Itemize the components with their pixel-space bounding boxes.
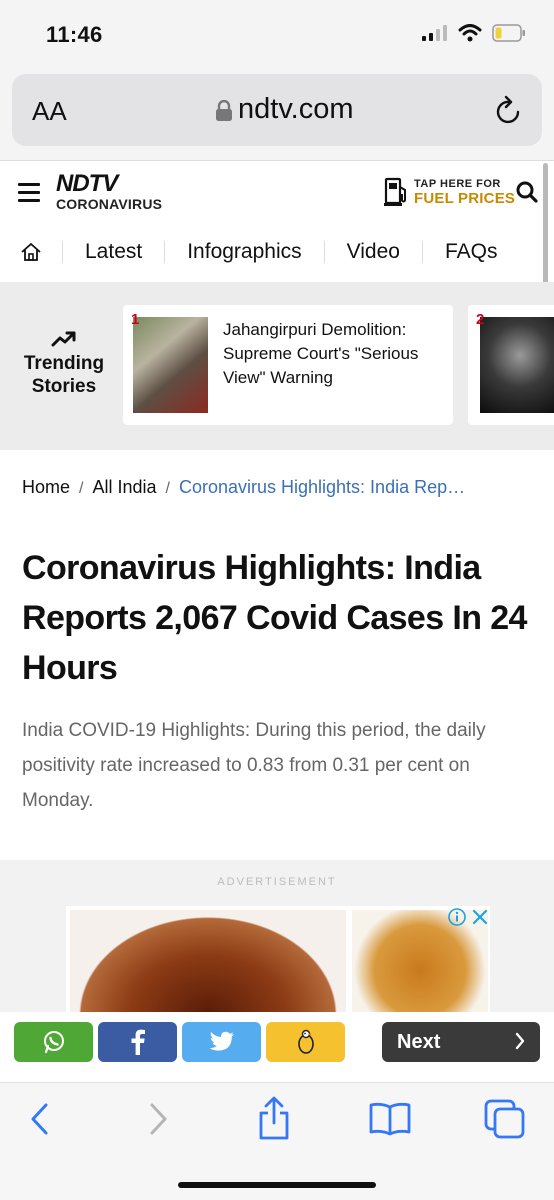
site-header: NDTV CORONAVIRUS TAP HERE FOR FUEL PRICE… — [0, 160, 554, 280]
whatsapp-icon — [43, 1031, 64, 1054]
status-bar: 11:46 — [0, 0, 554, 64]
trending-rank: 1 — [131, 311, 140, 328]
facebook-icon — [131, 1029, 145, 1055]
trending-stories-section: Trending Stories 1 Jahangirpuri Demoliti… — [0, 282, 554, 450]
trending-thumbnail — [133, 317, 208, 413]
nav-home[interactable] — [0, 242, 62, 262]
breadcrumb: Home / All India / Coronavirus Highlights: I… — [22, 477, 466, 497]
nav-item-video[interactable]: Video — [323, 241, 422, 263]
share-bar: Next — [0, 1012, 554, 1082]
share-icon[interactable] — [254, 1095, 294, 1141]
share-koo-button[interactable] — [266, 1022, 345, 1062]
forward-icon[interactable] — [146, 1101, 170, 1137]
logo-subtitle: CORONAVIRUS — [56, 196, 163, 212]
share-twitter-button[interactable] — [182, 1022, 261, 1062]
status-time: 11:46 — [46, 22, 103, 47]
chevron-right-icon — [515, 1032, 525, 1050]
trending-title: Jahangirpuri Demolition: Supreme Court's… — [223, 320, 419, 387]
share-facebook-button[interactable] — [98, 1022, 177, 1062]
ad-info-icon[interactable] — [448, 908, 466, 926]
trending-label-text: Trending Stories — [23, 353, 105, 397]
lock-icon — [216, 100, 232, 121]
share-whatsapp-button[interactable] — [14, 1022, 93, 1062]
trending-up-icon — [51, 331, 76, 347]
address-bar[interactable]: AA ndtv.com — [12, 74, 542, 146]
article-summary: India COVID-19 Highlights: During this p… — [22, 720, 486, 811]
breadcrumb-current[interactable]: Coronavirus Highlights: India Rep… — [179, 477, 465, 497]
status-icons — [422, 24, 526, 42]
logo-brand: NDTV — [56, 170, 118, 197]
browser-address-area: AA ndtv.com — [0, 64, 554, 160]
hamburger-menu-icon[interactable] — [18, 183, 40, 207]
fuel-prices-link[interactable]: TAP HERE FOR FUEL PRICES — [384, 177, 515, 207]
home-indicator — [178, 1182, 376, 1188]
section-nav: Latest Infographics Video FAQs — [0, 229, 554, 275]
trending-card[interactable]: 2 — [468, 305, 554, 425]
bookmarks-icon[interactable] — [368, 1101, 412, 1137]
fuel-link-line1: TAP HERE FOR — [414, 177, 501, 190]
url-domain[interactable]: ndtv.com — [238, 93, 354, 126]
wifi-icon — [458, 24, 482, 42]
home-icon — [21, 243, 41, 261]
ad-close-icon[interactable] — [472, 908, 488, 926]
advertisement-label: ADVERTISEMENT — [217, 876, 337, 888]
trending-card[interactable]: 1 Jahangirpuri Demolition: Supreme Court… — [123, 305, 453, 425]
twitter-icon — [209, 1031, 234, 1051]
search-icon[interactable] — [516, 181, 538, 203]
nav-item-faqs[interactable]: FAQs — [421, 241, 520, 263]
ndtv-logo[interactable]: NDTV CORONAVIRUS — [56, 170, 163, 213]
ad-image[interactable] — [352, 910, 488, 1020]
battery-icon — [492, 24, 525, 42]
tabs-icon[interactable] — [484, 1099, 526, 1139]
reload-icon[interactable] — [494, 94, 524, 126]
ad-controls — [448, 908, 488, 926]
nav-item-infographics[interactable]: Infographics — [164, 241, 323, 263]
cellular-signal-icon — [422, 25, 447, 41]
ad-banner[interactable] — [66, 906, 490, 1020]
trending-label: Trending Stories — [14, 330, 114, 398]
breadcrumb-home[interactable]: Home — [22, 477, 70, 497]
nav-item-latest[interactable]: Latest — [62, 241, 164, 263]
fuel-link-line2: FUEL PRICES — [414, 189, 516, 207]
koo-icon — [297, 1029, 314, 1054]
ad-image[interactable] — [70, 910, 346, 1020]
text-size-button[interactable]: AA — [32, 96, 67, 127]
page-scroll-indicator — [543, 163, 548, 285]
next-label: Next — [397, 1031, 441, 1053]
fuel-pump-icon — [384, 177, 406, 206]
advertisement-area: ADVERTISEMENT — [0, 860, 554, 1020]
trending-rank: 2 — [476, 311, 485, 328]
next-article-button[interactable]: Next — [382, 1022, 540, 1062]
breadcrumb-section[interactable]: All India — [92, 477, 156, 497]
trending-thumbnail — [480, 317, 554, 413]
article-headline: Coronavirus Highlights: India Reports 2,… — [22, 549, 527, 687]
back-icon[interactable] — [28, 1101, 52, 1137]
